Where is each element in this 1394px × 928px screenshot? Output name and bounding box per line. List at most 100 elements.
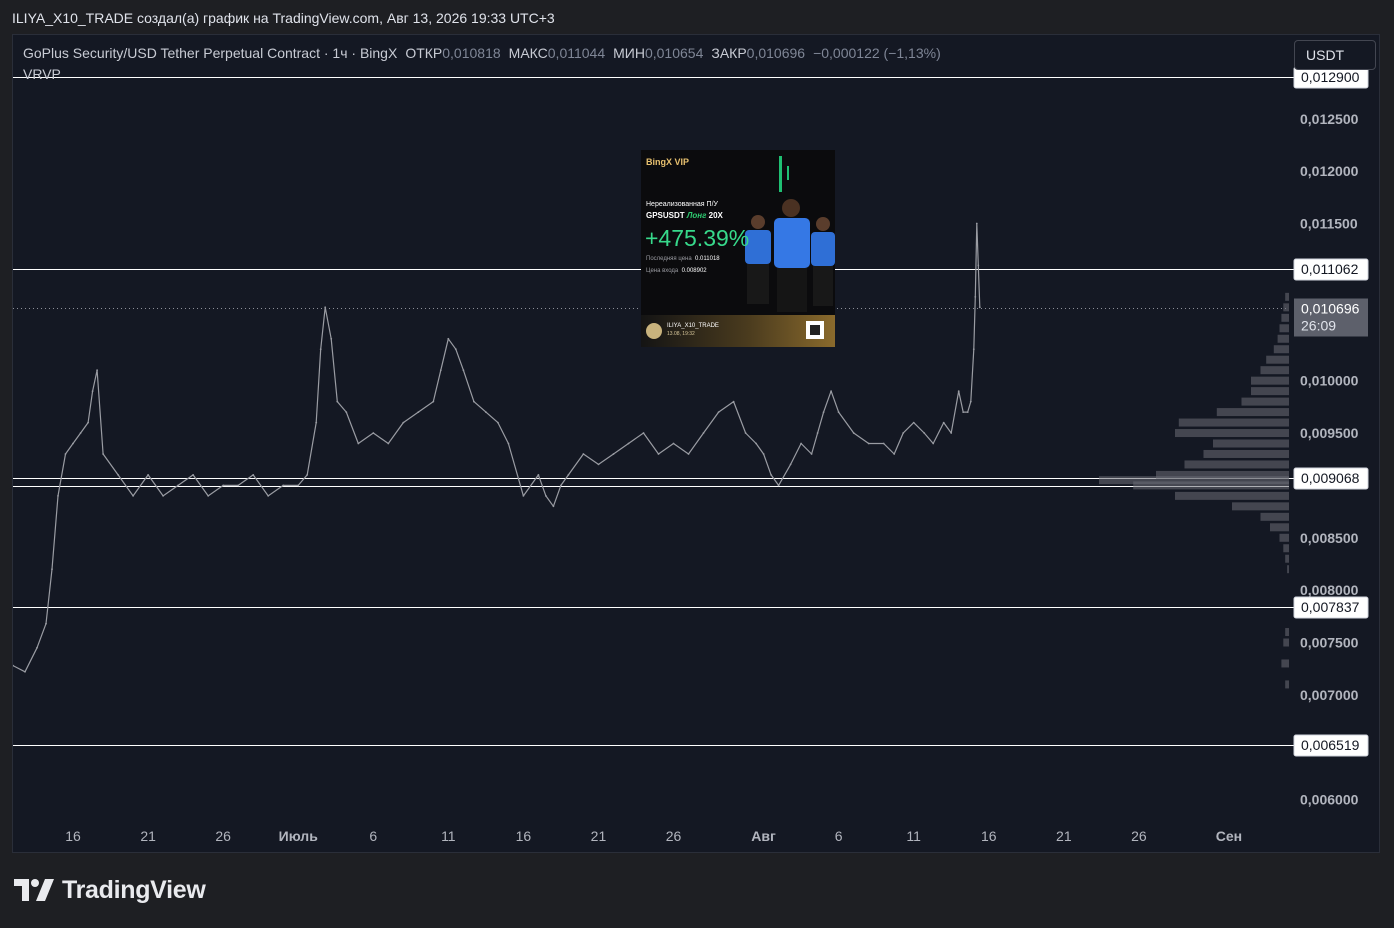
promo-username: ILIYA_X10_TRADE bbox=[667, 323, 719, 329]
chart-panel[interactable]: 0,0130000,0125000,0120000,0115000,010000… bbox=[12, 34, 1380, 853]
open-label: ОТКР bbox=[405, 45, 443, 61]
price-point bbox=[267, 495, 270, 497]
volume-profile-bar bbox=[1285, 628, 1289, 637]
price-point bbox=[306, 474, 309, 476]
price-point bbox=[582, 453, 585, 455]
price-point bbox=[454, 348, 457, 351]
price-point bbox=[282, 484, 285, 487]
promo-entry-label: Цена входа bbox=[646, 268, 679, 274]
price-point bbox=[96, 369, 98, 372]
volume-profile-bar bbox=[1203, 449, 1289, 458]
price-point bbox=[560, 484, 562, 487]
price-point bbox=[975, 222, 978, 225]
price-point bbox=[974, 296, 977, 298]
price-point bbox=[439, 369, 442, 372]
price-point bbox=[717, 411, 720, 413]
volume-profile-bar bbox=[1216, 408, 1289, 417]
price-point bbox=[978, 306, 981, 309]
price-point bbox=[867, 442, 870, 445]
price-point bbox=[372, 432, 375, 434]
price-point bbox=[147, 474, 150, 476]
volume-profile-bar bbox=[1184, 460, 1289, 469]
price-point bbox=[545, 495, 547, 497]
x-tick-label: 16 bbox=[516, 828, 532, 844]
last-price-label: 0,010696 bbox=[1301, 301, 1360, 317]
promo-leverage: 20X bbox=[708, 211, 723, 220]
price-point bbox=[432, 400, 435, 403]
price-point bbox=[207, 495, 210, 497]
volume-profile-bar bbox=[1273, 345, 1289, 354]
price-point bbox=[642, 432, 645, 434]
level-badge-label: 0,011062 bbox=[1301, 261, 1359, 277]
countdown-label: 26:09 bbox=[1301, 318, 1336, 334]
price-point bbox=[177, 484, 180, 487]
volume-profile-bar bbox=[1270, 523, 1289, 532]
change-value: −0,000122 (−1,13%) bbox=[813, 45, 941, 61]
price-point bbox=[777, 484, 780, 487]
x-tick-label: 16 bbox=[981, 828, 997, 844]
volume-profile-bar bbox=[1285, 680, 1289, 689]
volume-profile-bar bbox=[1260, 512, 1289, 521]
volume-profile-bar bbox=[1260, 366, 1289, 375]
price-point bbox=[732, 400, 735, 403]
y-tick-label: 0,007500 bbox=[1300, 635, 1359, 651]
price-point bbox=[882, 442, 885, 445]
price-point bbox=[966, 411, 969, 413]
promo-pair: GPSUSDT bbox=[646, 211, 685, 220]
y-tick-label: 0,010000 bbox=[1300, 373, 1359, 389]
symbol-legend: GoPlus Security/USD Tether Perpetual Con… bbox=[23, 45, 941, 61]
price-point bbox=[162, 495, 165, 497]
x-tick-label: 16 bbox=[65, 828, 81, 844]
price-point bbox=[45, 622, 47, 625]
price-point bbox=[687, 453, 690, 455]
price-point bbox=[473, 400, 475, 403]
price-point bbox=[969, 400, 972, 403]
level-badge-label: 0,007837 bbox=[1301, 599, 1360, 615]
symbol-name[interactable]: GoPlus Security/USD Tether Perpetual Con… bbox=[23, 45, 397, 61]
volume-profile-bar bbox=[1283, 638, 1289, 647]
currency-button[interactable]: USDT bbox=[1294, 40, 1376, 70]
volume-profile-bar bbox=[1156, 470, 1289, 479]
price-point bbox=[822, 411, 825, 413]
price-point bbox=[932, 442, 935, 445]
promo-last-price-label: Последняя цена bbox=[646, 256, 692, 262]
x-tick-label: 6 bbox=[835, 828, 843, 844]
promo-date: 13.08, 19:32 bbox=[667, 331, 695, 337]
price-point bbox=[702, 432, 705, 434]
volume-profile-bar bbox=[1266, 355, 1289, 364]
price-point bbox=[319, 348, 322, 351]
price-point bbox=[770, 474, 772, 476]
x-tick-label: Сен bbox=[1216, 828, 1242, 844]
price-point bbox=[762, 453, 765, 455]
price-axis: 0,0130000,0125000,0120000,0115000,010000… bbox=[1300, 58, 1359, 807]
x-tick-label: 26 bbox=[666, 828, 682, 844]
price-point bbox=[972, 348, 975, 351]
price-point bbox=[102, 453, 104, 455]
price-point bbox=[837, 411, 840, 413]
promo-pair-line: GPSUSDT Лонг 20X bbox=[646, 211, 723, 220]
promo-entry-row: Цена входа 0.008902 bbox=[646, 268, 707, 274]
volume-profile-bar bbox=[1213, 439, 1289, 448]
promo-pnl-title: Нереализованная П/У bbox=[646, 201, 718, 208]
y-tick-label: 0,012000 bbox=[1300, 163, 1359, 179]
volume-profile-bar bbox=[1281, 659, 1289, 668]
promo-pnl-percent: +475.39% bbox=[645, 225, 750, 251]
volume-profile-bar bbox=[1251, 376, 1289, 385]
price-point bbox=[51, 568, 53, 571]
promo-card: BingX VIP Нереализованная П/У GPSUSDT Ло… bbox=[641, 150, 835, 347]
tradingview-logo[interactable]: TradingView bbox=[14, 874, 206, 906]
price-point bbox=[923, 432, 926, 434]
low-value: 0,010654 bbox=[644, 45, 704, 61]
price-point bbox=[977, 264, 980, 267]
promo-last-price: 0.011018 bbox=[695, 256, 720, 262]
price-point bbox=[447, 337, 450, 340]
price-point bbox=[402, 421, 405, 424]
x-tick-label: 26 bbox=[215, 828, 231, 844]
price-point bbox=[192, 474, 195, 476]
indicator-label-vrvp[interactable]: VRVP bbox=[23, 66, 61, 82]
level-badge-label: 0,009068 bbox=[1301, 470, 1360, 486]
volume-profile-bar bbox=[1178, 418, 1289, 427]
price-point bbox=[902, 432, 905, 434]
chart-caption: ILIYA_X10_TRADE создал(а) график на Trad… bbox=[12, 10, 555, 26]
price-series bbox=[13, 222, 981, 673]
